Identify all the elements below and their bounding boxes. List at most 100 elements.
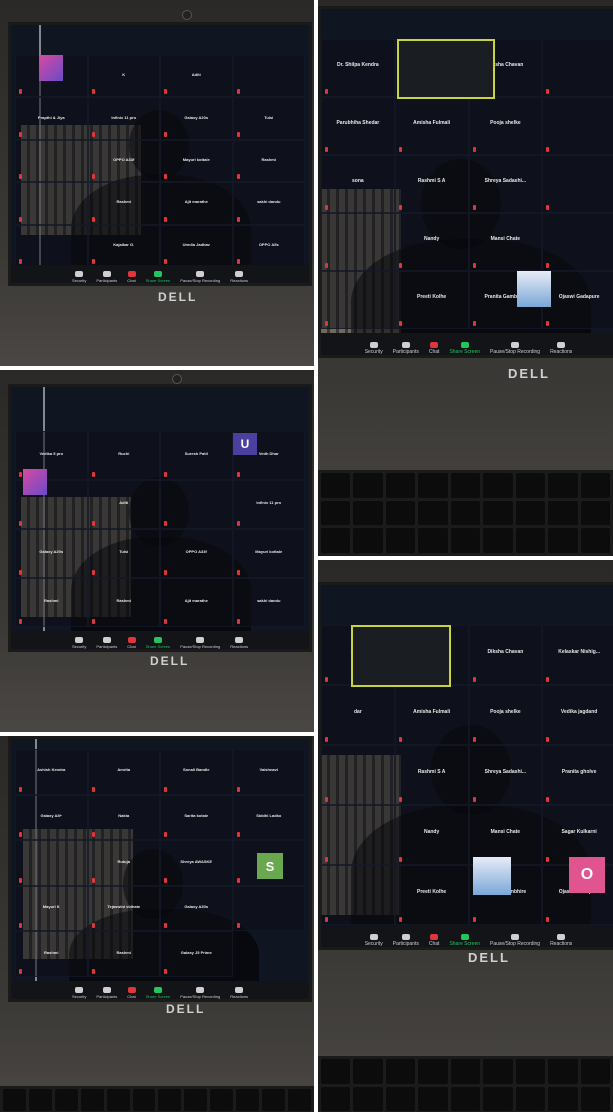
muted-mic-icon	[236, 131, 240, 137]
toolbar-people-button[interactable]: Participants	[393, 342, 419, 355]
toolbar-label: Security	[71, 644, 87, 649]
key	[353, 473, 383, 498]
toolbar-record-button[interactable]: Pause/Stop Recording	[180, 987, 220, 999]
chat-icon	[127, 271, 136, 277]
toolbar-smile-button[interactable]: Reactions	[550, 342, 572, 355]
toolbar-people-button[interactable]: Participants	[96, 271, 117, 283]
key	[515, 1086, 546, 1111]
participant-name: Mansi Chate	[490, 236, 521, 243]
participant-name: Tejaswini vidhate	[107, 904, 141, 910]
toolbar-people-button[interactable]: Participants	[96, 637, 117, 649]
toolbar-share-screen-button[interactable]: Share Screen	[146, 271, 170, 283]
webcam	[182, 10, 192, 20]
toolbar-people-button[interactable]: Participants	[393, 934, 419, 947]
muted-mic-icon	[546, 677, 550, 682]
toolbar-shield-button[interactable]: Security	[365, 934, 383, 947]
key	[321, 500, 351, 526]
participant-thumbnail	[23, 469, 47, 495]
toolbar-shield-button[interactable]: Security	[72, 987, 86, 999]
participant-tile: OPPO A33f	[87, 139, 160, 183]
dell-logo: DELL	[508, 366, 550, 381]
key	[385, 1086, 416, 1111]
key	[288, 1089, 311, 1111]
participant-name: sona	[352, 178, 364, 185]
key	[80, 1089, 104, 1111]
participant-name: Amisha Fulmali	[413, 120, 451, 127]
muted-mic-icon	[91, 174, 95, 180]
key	[515, 528, 546, 553]
participant-tile	[542, 155, 613, 213]
muted-mic-icon	[164, 570, 167, 575]
muted-mic-icon	[164, 786, 167, 792]
toolbar-smile-button[interactable]: Reactions	[230, 987, 248, 999]
smile-icon	[557, 934, 566, 940]
toolbar-shield-button[interactable]: Security	[365, 342, 383, 355]
toolbar-share-screen-button[interactable]: Share Screen	[146, 637, 170, 649]
muted-mic-icon	[236, 786, 240, 792]
toolbar-shield-button[interactable]: Security	[72, 637, 86, 649]
participant-tile	[232, 55, 305, 98]
toolbar-record-button[interactable]: Pause/Stop Recording	[490, 934, 540, 947]
toolbar-chat-button[interactable]: Chat	[127, 637, 136, 649]
participant-name: Rashmi	[116, 199, 131, 205]
participant-tile: Galaxy A20s	[160, 97, 233, 140]
muted-mic-icon	[91, 832, 95, 838]
muted-mic-icon	[472, 205, 476, 210]
participant-tile: Rashmi S A	[394, 745, 469, 805]
key	[28, 1089, 52, 1111]
toolbar-label: Pause/Stop Recording	[180, 994, 221, 999]
muted-mic-icon	[91, 216, 95, 222]
toolbar-chat-button[interactable]: Chat	[429, 934, 439, 947]
key	[321, 528, 351, 553]
toolbar-smile-button[interactable]: Reactions	[550, 934, 572, 947]
participant-tile: Infinix 11 pro	[232, 480, 305, 529]
meeting-toolbar: Security Participants Chat Share Screen Paus…	[321, 925, 613, 947]
muted-mic-icon	[19, 832, 22, 838]
muted-mic-icon	[236, 521, 240, 526]
toolbar-share-screen-button[interactable]: Share Screen	[449, 934, 480, 947]
muted-mic-icon	[398, 321, 402, 326]
toolbar-record-button[interactable]: Pause/Stop Recording	[180, 637, 220, 649]
toolbar-people-button[interactable]: Participants	[96, 987, 117, 999]
toolbar-share-screen-button[interactable]: Share Screen	[449, 342, 480, 355]
participant-tile: Mayuri kottale	[232, 529, 305, 578]
participant-tile: sona	[321, 155, 395, 213]
participant-tile	[15, 139, 88, 183]
toolbar-share-screen-button[interactable]: Share Screen	[146, 987, 170, 999]
shield-icon	[75, 271, 84, 277]
participant-tile: Urmila Jadhav	[160, 224, 233, 267]
toolbar-shield-button[interactable]: Security	[72, 271, 86, 283]
key	[418, 500, 448, 526]
key	[210, 1089, 234, 1111]
toolbar-record-button[interactable]: Pause/Stop Recording	[180, 271, 220, 283]
muted-mic-icon	[472, 917, 476, 922]
participant-thumbnail	[39, 55, 63, 81]
toolbar-record-button[interactable]: Pause/Stop Recording	[490, 342, 540, 355]
participant-name: Ojaswi Gadapure	[558, 294, 600, 301]
toolbar-smile-button[interactable]: Reactions	[230, 271, 248, 283]
key	[450, 528, 481, 553]
participant-tile	[321, 865, 395, 925]
toolbar-label: Pause/Stop Recording	[490, 941, 541, 947]
toolbar-label: Participants	[392, 941, 419, 947]
smile-icon	[235, 271, 244, 277]
muted-mic-icon	[91, 521, 95, 526]
chat-icon	[127, 987, 136, 993]
participant-name: OPPO A33f	[185, 548, 207, 554]
key	[418, 1086, 448, 1111]
participant-name: OPPO A5s	[258, 241, 279, 247]
participant-name: Tulsi	[264, 114, 274, 120]
participant-tile: Infinix 11 pro	[87, 97, 160, 140]
key	[353, 1059, 383, 1084]
participant-tile: Mayuri kottale	[160, 139, 233, 183]
participant-tile: OPPO A33f	[160, 529, 233, 578]
participant-tile: Rashmi	[87, 182, 160, 225]
toolbar-label: Reactions	[550, 349, 573, 355]
toolbar-smile-button[interactable]: Reactions	[230, 637, 248, 649]
toolbar-chat-button[interactable]: Chat	[429, 342, 439, 355]
chat-icon	[430, 934, 439, 940]
participant-name: Mansi Chate	[490, 829, 521, 836]
toolbar-chat-button[interactable]: Chat	[127, 271, 136, 283]
toolbar-label: Share Screen	[449, 941, 481, 947]
toolbar-chat-button[interactable]: Chat	[127, 987, 136, 999]
